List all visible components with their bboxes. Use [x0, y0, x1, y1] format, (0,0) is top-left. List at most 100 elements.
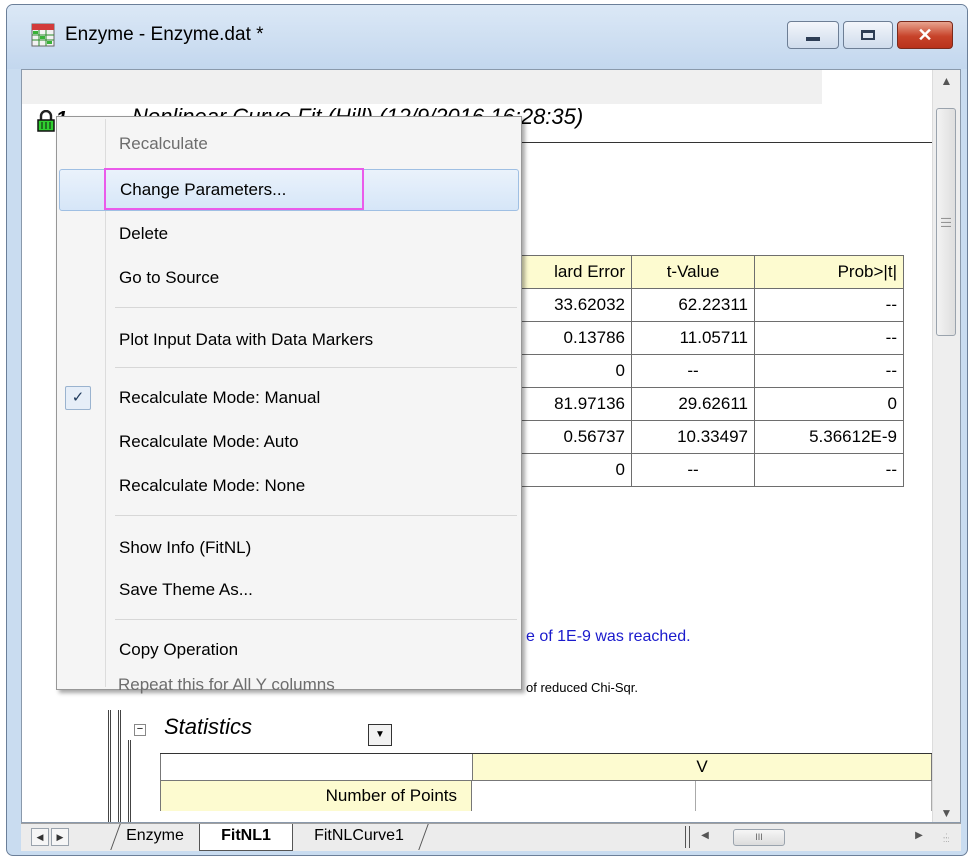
tree-line — [108, 710, 111, 822]
tab-fitnlcurve1[interactable]: FitNLCurve1 — [297, 824, 421, 850]
menu-item-label: Repeat this for All Y columns — [118, 675, 335, 694]
grip-icon: III — [755, 832, 763, 842]
note-text: of reduced Chi-Sqr. — [526, 680, 639, 695]
menu-item-go-to-source[interactable]: Go to Source — [59, 259, 519, 297]
menu-item-label: Recalculate Mode: Auto — [119, 432, 299, 451]
menu-item-label: Go to Source — [119, 268, 220, 287]
minimize-icon — [806, 37, 820, 41]
menu-item-label: Copy Operation — [119, 640, 239, 659]
statistics-corner-cell — [160, 754, 472, 780]
menu-item-label: Show Info (FitNL) — [119, 538, 252, 557]
vertical-scrollbar[interactable]: ▲ — — — ▼ — [932, 70, 960, 822]
tree-line — [118, 710, 121, 822]
collapse-toggle-icon[interactable]: − — [134, 724, 146, 736]
table-cell[interactable]: 33.62032 — [514, 288, 632, 322]
grip-icon: — — — — [941, 213, 951, 232]
menu-item-plot-input-data[interactable]: Plot Input Data with Data Markers — [59, 321, 519, 359]
column-header: lard Error — [514, 255, 632, 289]
maximize-icon — [861, 30, 875, 40]
menu-separator — [115, 367, 517, 368]
divider — [522, 142, 942, 143]
table-cell[interactable]: 0.56737 — [514, 420, 632, 454]
menu-item-delete[interactable]: Delete — [59, 215, 519, 253]
sheet-tab-bar: ◀ ▶ Enzyme FitNL1 FitNLCurve1 ◀ III ▶ .:… — [21, 823, 961, 851]
menu-item-recalc-manual[interactable]: ✓ Recalculate Mode: Manual — [59, 379, 519, 417]
minimize-button[interactable] — [787, 21, 839, 49]
menu-item-label: Delete — [119, 224, 169, 243]
tab-next-icon[interactable]: ▶ — [51, 828, 69, 846]
menu-item-recalc-auto[interactable]: Recalculate Mode: Auto — [59, 423, 519, 461]
table-cell[interactable] — [472, 781, 696, 811]
menu-separator — [115, 619, 517, 620]
table-row: 0 -- -- — [514, 354, 904, 388]
table-row: 0.13786 11.05711 -- — [514, 321, 904, 355]
horizontal-scrollbar[interactable]: ◀ III ▶ — [697, 828, 927, 848]
resize-grip-icon[interactable]: .:::: — [943, 832, 955, 846]
table-row: 0 -- -- — [514, 453, 904, 487]
convergence-message: e of 1E-9 was reached. — [526, 628, 691, 645]
close-icon: ✕ — [917, 25, 933, 45]
statistics-row-label: Number of Points — [160, 781, 472, 811]
menu-item-repeat-all-y[interactable]: Repeat this for All Y columns — [58, 666, 518, 704]
menu-item-recalc-none[interactable]: Recalculate Mode: None — [59, 467, 519, 505]
worksheet-icon — [31, 23, 55, 47]
menu-item-label: Recalculate — [119, 134, 208, 153]
table-cell[interactable]: 11.05711 — [631, 321, 755, 355]
table-cell[interactable]: 0.13786 — [514, 321, 632, 355]
title-bar[interactable]: Enzyme - Enzyme.dat * ✕ — [7, 5, 967, 69]
window-title: Enzyme - Enzyme.dat * — [65, 24, 264, 45]
table-cell[interactable]: -- — [754, 321, 904, 355]
menu-separator — [115, 515, 517, 516]
table-cell[interactable]: 0 — [754, 387, 904, 421]
maximize-button[interactable] — [843, 21, 893, 49]
header-strip — [22, 70, 822, 104]
table-cell[interactable]: 29.62611 — [631, 387, 755, 421]
tab-prev-icon[interactable]: ◀ — [31, 828, 49, 846]
column-header: Prob>|t| — [754, 255, 904, 289]
statistics-column-header: V — [472, 754, 932, 780]
table-cell[interactable]: -- — [754, 288, 904, 322]
menu-item-show-info[interactable]: Show Info (FitNL) — [59, 529, 519, 567]
checkmark-icon: ✓ — [65, 386, 91, 410]
dropdown-arrow-icon[interactable]: ▼ — [368, 724, 392, 746]
menu-item-label: Recalculate Mode: None — [119, 476, 306, 495]
menu-item-recalculate[interactable]: Recalculate — [59, 125, 519, 163]
scroll-down-icon[interactable]: ▼ — [933, 802, 960, 822]
lock-icon[interactable] — [35, 110, 57, 132]
table-cell[interactable]: 0 — [514, 354, 632, 388]
statistics-title: Statistics — [164, 714, 253, 739]
table-row: 33.62032 62.22311 -- — [514, 288, 904, 322]
splitter-handle[interactable] — [685, 826, 690, 848]
table-cell[interactable]: 5.36612E-9 — [754, 420, 904, 454]
scroll-right-icon[interactable]: ▶ — [911, 830, 927, 841]
menu-item-copy-operation[interactable]: Copy Operation — [59, 631, 519, 669]
menu-separator — [115, 307, 517, 308]
column-header: t-Value — [631, 255, 755, 289]
table-cell[interactable]: 0 — [514, 453, 632, 487]
table-row: 81.97136 29.62611 0 — [514, 387, 904, 421]
highlight-box — [104, 168, 364, 210]
table-cell[interactable]: -- — [631, 354, 755, 388]
scroll-thumb[interactable]: — — — — [936, 108, 956, 336]
table-row: 0.56737 10.33497 5.36612E-9 — [514, 420, 904, 454]
scroll-left-icon[interactable]: ◀ — [697, 830, 713, 841]
tab-fitnl1[interactable]: FitNL1 — [199, 824, 293, 851]
table-cell[interactable] — [696, 781, 932, 811]
menu-item-save-theme[interactable]: Save Theme As... — [59, 571, 519, 609]
menu-item-label: Recalculate Mode: Manual — [119, 388, 321, 407]
parameters-table: lard Error t-Value Prob>|t| 33.62032 62.… — [514, 255, 904, 487]
menu-item-label: Save Theme As... — [119, 580, 253, 599]
table-header-row: lard Error t-Value Prob>|t| — [514, 255, 904, 289]
close-button[interactable]: ✕ — [897, 21, 953, 49]
table-cell[interactable]: 62.22311 — [631, 288, 755, 322]
scroll-up-icon[interactable]: ▲ — [933, 70, 960, 92]
table-cell[interactable]: -- — [754, 453, 904, 487]
tree-line — [128, 740, 131, 822]
menu-item-label: Plot Input Data with Data Markers — [119, 330, 374, 349]
table-cell[interactable]: 81.97136 — [514, 387, 632, 421]
scroll-thumb[interactable]: III — [733, 829, 785, 846]
table-cell[interactable]: -- — [754, 354, 904, 388]
table-cell[interactable]: -- — [631, 453, 755, 487]
tab-enzyme[interactable]: Enzyme — [117, 824, 193, 850]
table-cell[interactable]: 10.33497 — [631, 420, 755, 454]
